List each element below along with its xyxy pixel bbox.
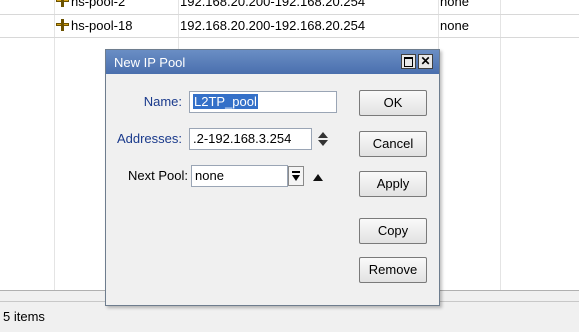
apply-button[interactable]: Apply xyxy=(359,171,427,197)
updown-arrows-icon[interactable] xyxy=(318,132,328,146)
pool-name: hs-pool-18 xyxy=(71,18,133,33)
ip-pool-icon xyxy=(56,0,69,7)
dropdown-arrow-icon[interactable] xyxy=(288,166,304,186)
name-value: L2TP_pool xyxy=(193,94,258,109)
cancel-button[interactable]: Cancel xyxy=(359,131,427,157)
row-separator xyxy=(0,14,579,15)
copy-button[interactable]: Copy xyxy=(359,218,427,244)
table-row[interactable]: hs-pool-2 192.168.20.200-192.168.20.254 … xyxy=(0,0,579,12)
next-pool-select[interactable]: none xyxy=(191,165,288,187)
addresses-value: .2-192.168.3.254 xyxy=(193,131,292,146)
column-divider xyxy=(54,0,55,290)
items-count: 5 items xyxy=(3,309,45,324)
close-icon[interactable]: ✕ xyxy=(418,54,433,69)
pool-addresses: 192.168.20.200-192.168.20.254 xyxy=(180,0,366,9)
pool-name-cell: hs-pool-18 xyxy=(56,18,132,33)
ip-pool-window: hs-pool-2 192.168.20.200-192.168.20.254 … xyxy=(0,0,579,332)
name-label: Name: xyxy=(143,94,182,109)
next-pool-label: Next Pool: xyxy=(128,168,188,183)
table-row[interactable]: hs-pool-18 192.168.20.200-192.168.20.254… xyxy=(0,16,579,36)
maximize-icon[interactable] xyxy=(401,54,416,69)
column-divider xyxy=(500,0,501,290)
pool-name: hs-pool-2 xyxy=(71,0,126,9)
addresses-field[interactable]: .2-192.168.3.254 xyxy=(189,128,312,150)
up-arrow-icon[interactable] xyxy=(313,174,323,181)
pool-addresses: 192.168.20.200-192.168.20.254 xyxy=(180,18,366,33)
dialog-titlebar[interactable]: New IP Pool ✕ xyxy=(106,50,439,74)
new-ip-pool-dialog: New IP Pool ✕ Name: L2TP_pool Addresses:… xyxy=(105,49,440,306)
remove-button[interactable]: Remove xyxy=(359,257,427,283)
pool-next-pool: none xyxy=(440,18,469,33)
dialog-title: New IP Pool xyxy=(114,55,186,70)
pool-name-cell: hs-pool-2 xyxy=(56,0,125,9)
pool-next-pool: none xyxy=(440,0,469,9)
ok-button[interactable]: OK xyxy=(359,90,427,116)
name-field[interactable]: L2TP_pool xyxy=(189,91,337,113)
addresses-label: Addresses: xyxy=(116,131,182,146)
next-pool-value: none xyxy=(195,168,224,183)
ip-pool-icon xyxy=(56,19,69,31)
row-separator xyxy=(0,37,579,38)
